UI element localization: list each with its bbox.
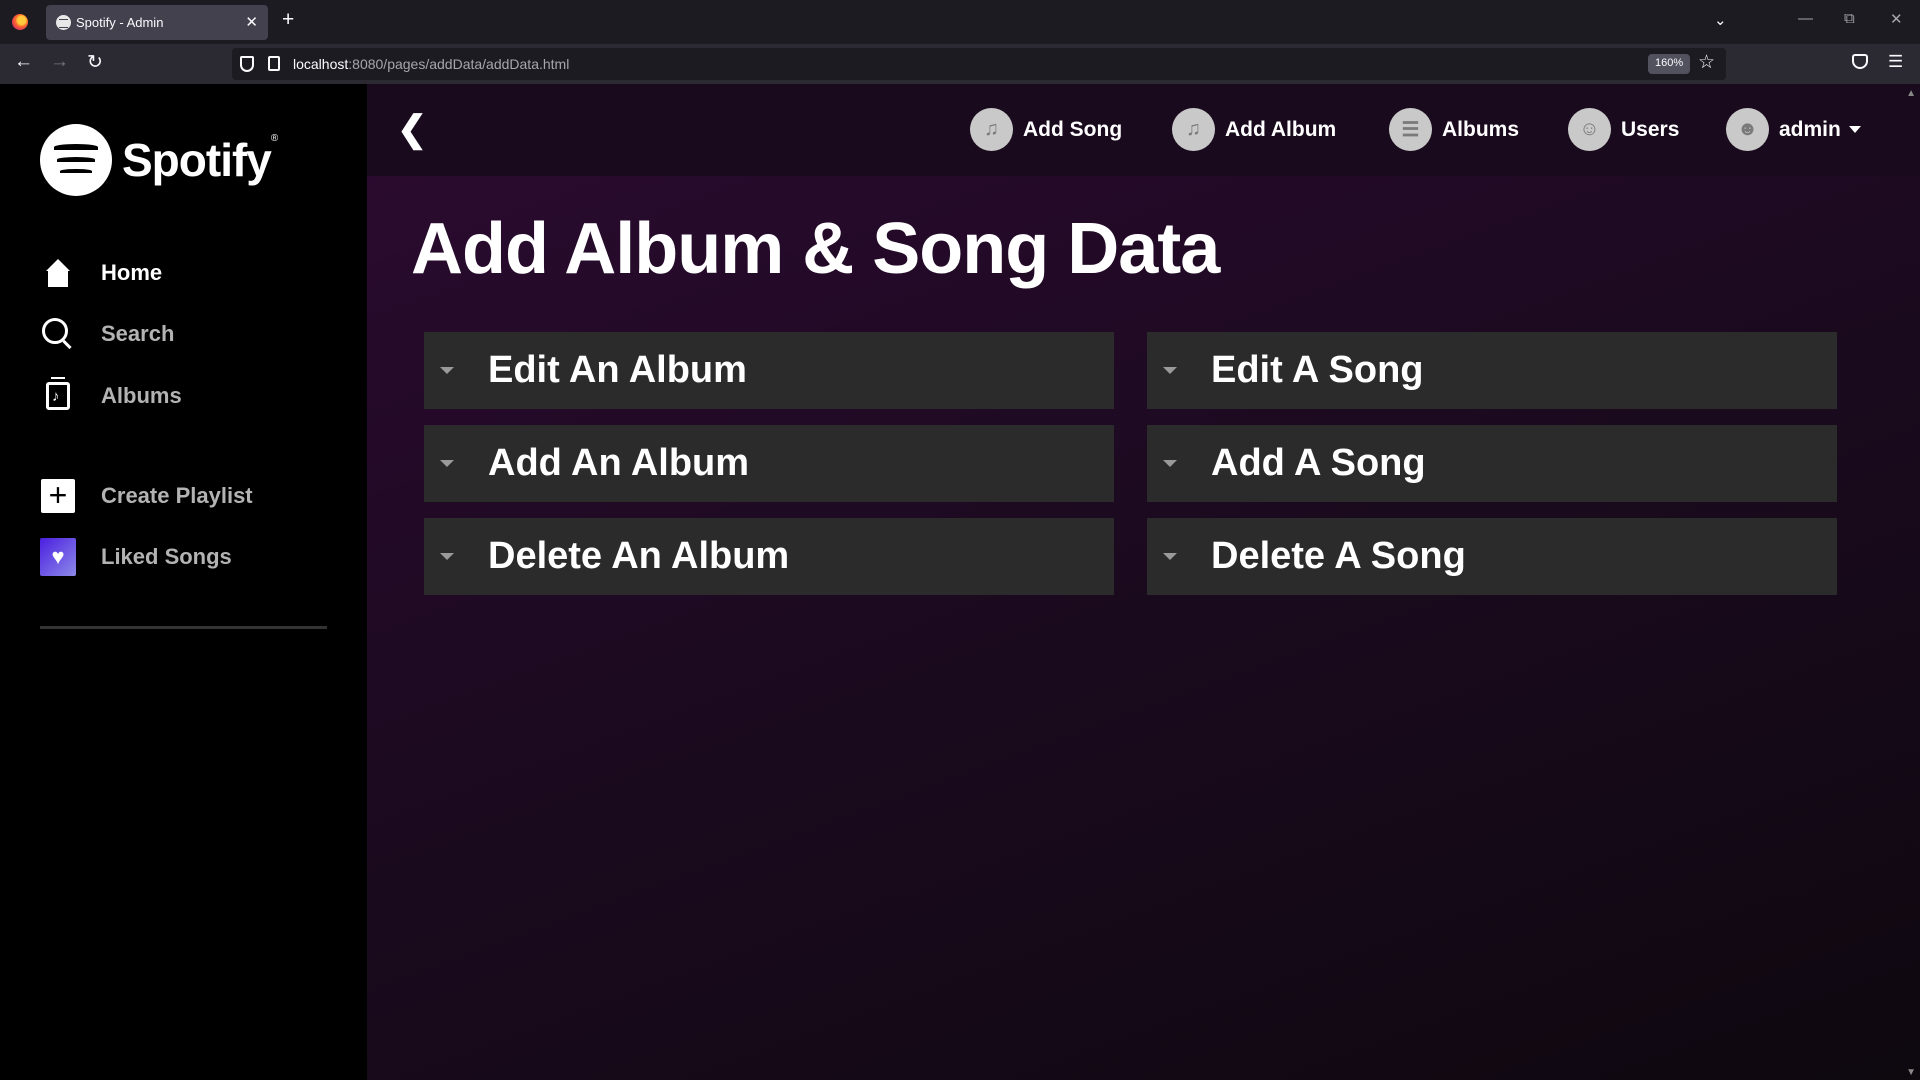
scroll-down-icon[interactable]: ▼ [1906, 1067, 1916, 1078]
expand-triangle-icon [1163, 460, 1177, 467]
main-content: ❮ ♫ Add Song ♫ Add Album ☰ Albums ☺ User… [367, 84, 1920, 1080]
sidebar-item-label: Liked Songs [101, 544, 232, 569]
sidebar-item-home[interactable]: Home [40, 255, 162, 291]
panel-label: Delete A Song [1211, 535, 1466, 577]
panel-label: Add A Song [1211, 442, 1426, 484]
panel-label: Add An Album [488, 442, 750, 484]
expand-triangle-icon [440, 553, 454, 560]
sidebar-divider [40, 626, 327, 629]
albums-list-icon: ☰ [1389, 108, 1432, 151]
back-chevron-icon[interactable]: ❮ [397, 108, 427, 150]
users-link[interactable]: ☺ Users [1568, 108, 1679, 151]
sidebar-item-label: Create Playlist [101, 483, 253, 508]
spotify-mark-icon [40, 124, 112, 196]
firefox-icon [12, 14, 28, 30]
minimize-icon[interactable]: — [1798, 10, 1813, 27]
sidebar-item-create-playlist[interactable]: + Create Playlist [40, 478, 253, 514]
add-album-panel[interactable]: Add An Album [424, 425, 1114, 502]
heart-icon: ♥ [40, 538, 76, 576]
add-song-label: Add Song [1023, 117, 1123, 141]
avatar-icon: ☻ [1726, 108, 1769, 151]
browser-tab-bar: Spotify - Admin ✕ + ⌄ — ⧉ ✕ [0, 0, 1920, 44]
sidebar-item-label: Search [101, 321, 175, 346]
panel-label: Delete An Album [488, 535, 790, 577]
url-host: localhost [293, 56, 349, 72]
add-song-panel[interactable]: Add A Song [1147, 425, 1837, 502]
shield-icon[interactable] [240, 56, 254, 72]
plus-icon: + [40, 478, 76, 514]
add-album-label: Add Album [1225, 117, 1337, 141]
sidebar-item-label: Albums [101, 383, 182, 408]
sidebar-item-liked-songs[interactable]: ♥ Liked Songs [40, 538, 232, 576]
top-bar: ❮ ♫ Add Song ♫ Add Album ☰ Albums ☺ User… [367, 84, 1920, 176]
albums-link[interactable]: ☰ Albums [1389, 108, 1519, 151]
reload-icon[interactable]: ↻ [87, 51, 103, 74]
edit-album-panel[interactable]: Edit An Album [424, 332, 1114, 409]
panel-label: Edit A Song [1211, 349, 1424, 391]
tab-title: Spotify - Admin [76, 15, 164, 30]
sidebar-item-albums[interactable]: Albums [40, 377, 182, 414]
hamburger-menu-icon[interactable]: ☰ [1888, 52, 1903, 72]
sidebar-item-label: Home [101, 260, 163, 285]
url-text[interactable]: localhost:8080/pages/addData/addData.htm… [293, 56, 569, 72]
browser-tab[interactable]: Spotify - Admin ✕ [46, 5, 268, 40]
albums-icon [40, 377, 76, 414]
restore-icon[interactable]: ⧉ [1844, 10, 1855, 27]
brand-name: Spotify® [122, 133, 278, 186]
expand-triangle-icon [1163, 367, 1177, 374]
page-title: Add Album & Song Data [411, 209, 1220, 289]
add-song-icon: ♫ [970, 108, 1013, 151]
bookmark-star-icon[interactable]: ☆ [1698, 51, 1715, 74]
pocket-icon[interactable] [1852, 54, 1868, 69]
users-icon: ☺ [1568, 108, 1611, 151]
search-icon [40, 316, 76, 352]
sidebar: Spotify® Home Search Albums + Create Pla… [0, 84, 367, 1080]
users-label: Users [1621, 117, 1680, 141]
home-icon [40, 255, 76, 291]
spotify-favicon-icon [56, 15, 71, 30]
expand-triangle-icon [1163, 553, 1177, 560]
scroll-up-icon[interactable]: ▲ [1906, 88, 1916, 99]
user-menu[interactable]: ☻ admin [1726, 108, 1861, 151]
add-album-link[interactable]: ♫ Add Album [1172, 108, 1336, 151]
add-album-icon: ♫ [1172, 108, 1215, 151]
expand-triangle-icon [440, 367, 454, 374]
spotify-logo[interactable]: Spotify® [40, 124, 278, 196]
zoom-level-badge[interactable]: 160% [1648, 54, 1691, 74]
panel-label: Edit An Album [488, 349, 747, 391]
page: Spotify® Home Search Albums + Create Pla… [0, 84, 1920, 1080]
expand-triangle-icon [440, 460, 454, 467]
tab-close-icon[interactable]: ✕ [245, 13, 258, 31]
username: admin [1779, 117, 1841, 141]
delete-album-panel[interactable]: Delete An Album [424, 518, 1114, 595]
edit-song-panel[interactable]: Edit A Song [1147, 332, 1837, 409]
add-song-link[interactable]: ♫ Add Song [970, 108, 1122, 151]
window-close-icon[interactable]: ✕ [1890, 10, 1903, 28]
sidebar-item-search[interactable]: Search [40, 316, 174, 352]
forward-arrow-icon[interactable]: → [50, 51, 69, 73]
url-path: :8080/pages/addData/addData.html [348, 56, 570, 72]
chevron-down-icon [1848, 126, 1861, 133]
new-tab-button[interactable]: + [282, 9, 294, 30]
browser-nav-bar: ← → ↻ localhost:8080/pages/addData/addDa… [0, 44, 1920, 84]
page-info-icon[interactable] [268, 56, 280, 71]
list-tabs-icon[interactable]: ⌄ [1714, 11, 1727, 29]
back-arrow-icon[interactable]: ← [14, 51, 33, 73]
delete-song-panel[interactable]: Delete A Song [1147, 518, 1837, 595]
albums-label: Albums [1442, 117, 1520, 141]
